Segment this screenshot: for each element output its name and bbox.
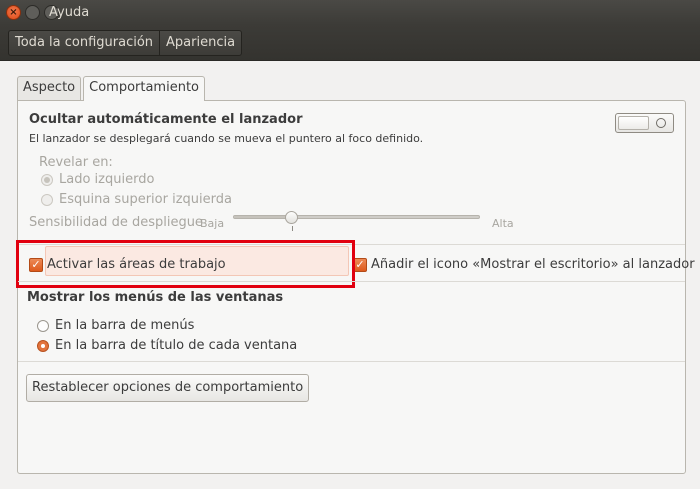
autohide-switch[interactable]: [615, 113, 674, 133]
desktop-icon-label[interactable]: Añadir el icono «Mostrar el escritorio» …: [371, 257, 695, 272]
reveal-corner-radio[interactable]: [41, 194, 53, 206]
tab-aspecto[interactable]: Aspecto: [17, 76, 82, 100]
separator: [18, 281, 685, 282]
sensitivity-label: Sensibilidad de despliegue: [29, 215, 203, 230]
menus-titlebar-radio[interactable]: [37, 340, 49, 352]
title-bar: × Ayuda: [0, 0, 700, 25]
reveal-corner-label: Esquina superior izquierda: [59, 192, 232, 207]
workspaces-label[interactable]: Activar las áreas de trabajo: [47, 257, 226, 272]
desktop-icon-checkbox[interactable]: ✓: [353, 258, 367, 272]
menus-bar-label[interactable]: En la barra de menús: [55, 318, 194, 333]
minimize-icon[interactable]: [25, 5, 40, 20]
menus-title: Mostrar los menús de las ventanas: [27, 290, 284, 305]
behavior-panel: Ocultar automáticamente el lanzador El l…: [16, 100, 695, 474]
tab-bar: Aspecto Comportamiento: [17, 76, 207, 101]
reset-behavior-button[interactable]: Restablecer opciones de comportamiento: [26, 374, 310, 402]
switch-knob: [618, 116, 649, 130]
reveal-left-label: Lado izquierdo: [59, 172, 155, 187]
window-title: Ayuda: [49, 5, 90, 20]
toolbar: Toda la configuración Apariencia: [0, 25, 700, 61]
autohide-title: Ocultar automáticamente el lanzador: [29, 112, 303, 127]
workspaces-checkbox[interactable]: ✓: [29, 258, 43, 272]
reveal-left-radio[interactable]: [41, 174, 53, 186]
menus-bar-radio[interactable]: [37, 320, 49, 332]
reveal-label: Revelar en:: [39, 155, 113, 170]
slider-fill: [234, 216, 293, 218]
breadcrumb: Toda la configuración Apariencia: [8, 30, 243, 56]
breadcrumb-all-settings[interactable]: Toda la configuración: [9, 31, 161, 55]
tab-comportamiento[interactable]: Comportamiento: [83, 76, 205, 101]
slider-tick: [292, 226, 294, 231]
sensitivity-slider-handle[interactable]: [285, 211, 299, 224]
breadcrumb-appearance[interactable]: Apariencia: [160, 31, 241, 55]
switch-off-icon: [656, 118, 666, 128]
sensitivity-low-label: Baja: [200, 217, 225, 230]
separator: [18, 244, 685, 245]
sensitivity-slider[interactable]: [233, 215, 480, 219]
separator: [18, 361, 685, 362]
sensitivity-high-label: Alta: [492, 217, 514, 230]
menus-titlebar-label[interactable]: En la barra de título de cada ventana: [55, 338, 297, 353]
close-icon[interactable]: ×: [6, 5, 21, 20]
autohide-description: El lanzador se desplegará cuando se muev…: [29, 132, 424, 145]
